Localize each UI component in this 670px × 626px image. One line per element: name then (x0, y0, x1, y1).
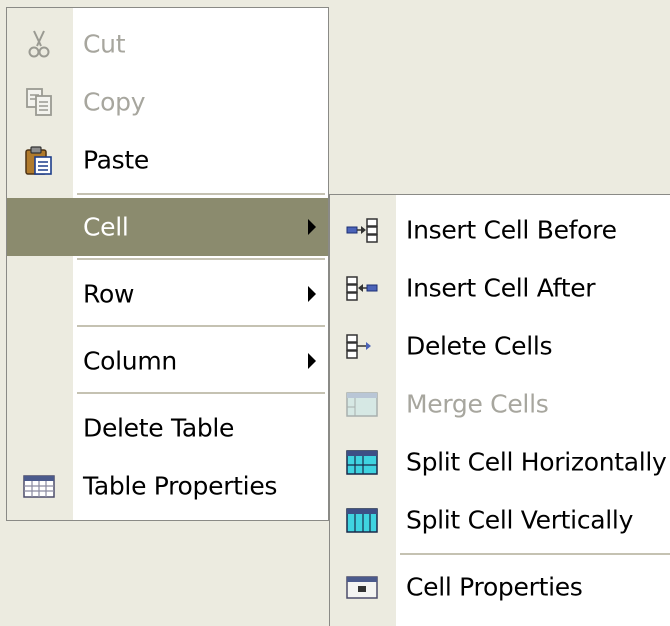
menu-item-label: Table Properties (83, 471, 278, 501)
delete-cells-icon (344, 330, 380, 362)
cell-properties-icon (344, 571, 380, 603)
menu-item-row[interactable]: Row (7, 265, 328, 323)
menu-item-label: Copy (83, 87, 146, 117)
menu-item-label: Cell (83, 212, 129, 242)
menu-item-delete-cells[interactable]: Delete Cells (330, 317, 670, 375)
split-vertical-icon (344, 504, 380, 536)
scissors-icon (21, 28, 57, 60)
menu-item-label: Row (83, 279, 135, 309)
menu-item-label: Column (83, 346, 177, 376)
menu-item-cell-properties[interactable]: Cell Properties (330, 558, 670, 616)
menu-item-copy: Copy (7, 73, 328, 131)
menu-item-label: Merge Cells (406, 389, 549, 419)
menu-item-split-cell-horizontally[interactable]: Split Cell Horizontally (330, 433, 670, 491)
menu-item-insert-cell-before[interactable]: Insert Cell Before (330, 201, 670, 259)
submenu-arrow-icon (308, 353, 316, 369)
menu-item-cell[interactable]: Cell (7, 198, 328, 256)
menu-separator (77, 258, 325, 261)
menu-item-label: Delete Table (83, 413, 235, 443)
menu-item-label: Cell Properties (406, 572, 583, 602)
insert-cell-after-icon (344, 272, 380, 304)
submenu-arrow-icon (308, 219, 316, 235)
insert-cell-before-icon (344, 214, 380, 246)
menu-separator (77, 193, 325, 196)
cell-submenu: Insert Cell Before Insert Cell After Del… (329, 194, 670, 626)
merge-cells-icon (344, 388, 380, 420)
menu-item-label: Insert Cell After (406, 273, 596, 303)
menu-item-paste[interactable]: Paste (7, 131, 328, 189)
menu-item-label: Cut (83, 29, 126, 59)
menu-item-cut: Cut (7, 15, 328, 73)
menu-item-insert-cell-after[interactable]: Insert Cell After (330, 259, 670, 317)
menu-separator (77, 392, 325, 395)
menu-item-label: Paste (83, 145, 149, 175)
table-context-menu: Cut Copy Paste Cell Row Column Delete Ta… (6, 7, 329, 521)
menu-item-column[interactable]: Column (7, 332, 328, 390)
split-horizontal-icon (344, 446, 380, 478)
menu-item-table-properties[interactable]: Table Properties (7, 457, 328, 515)
menu-item-label: Delete Cells (406, 331, 553, 361)
paste-icon (21, 144, 57, 176)
menu-separator (77, 325, 325, 328)
menu-separator (400, 553, 670, 556)
table-icon (21, 470, 57, 502)
menu-item-delete-table[interactable]: Delete Table (7, 399, 328, 457)
menu-item-split-cell-vertically[interactable]: Split Cell Vertically (330, 491, 670, 549)
menu-item-label: Split Cell Horizontally (406, 447, 667, 477)
menu-item-label: Split Cell Vertically (406, 505, 634, 535)
menu-item-merge-cells: Merge Cells (330, 375, 670, 433)
submenu-arrow-icon (308, 286, 316, 302)
menu-item-label: Insert Cell Before (406, 215, 617, 245)
copy-icon (21, 86, 57, 118)
